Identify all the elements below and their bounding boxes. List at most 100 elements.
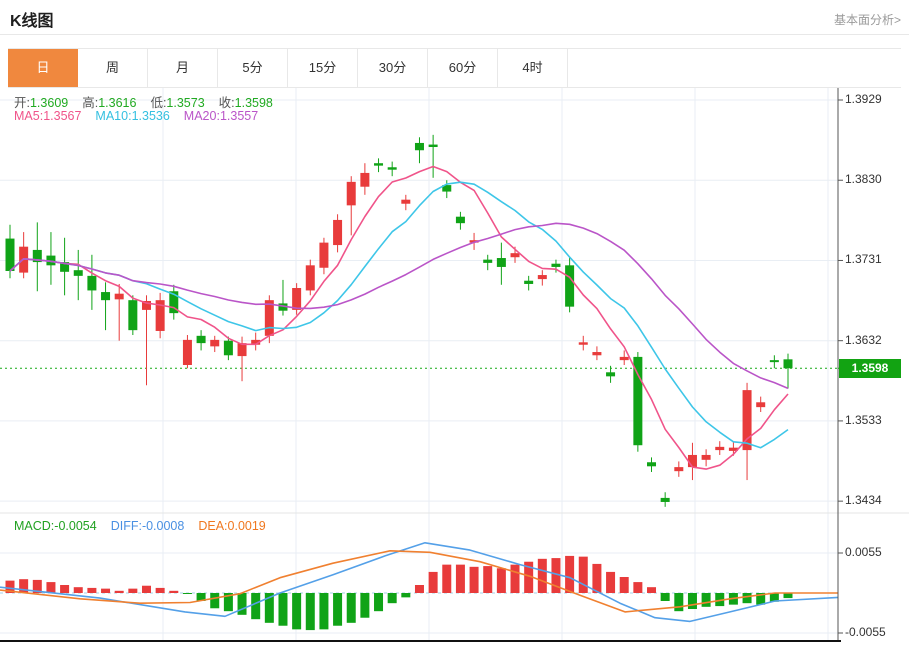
candle-body [619,356,629,361]
tab-interval-7[interactable]: 4时 [498,49,568,87]
macd-histogram-bar [87,587,97,593]
macd-histogram-bar [114,590,124,593]
kline-widget: K线图 基本面分析> 日周月 5分 15分 30分 60分 4时 开:1.3609 高:1.… [0,0,909,647]
candle-body [756,402,766,408]
candle-body [128,300,138,331]
legend-item: 开:1.3609 [14,96,69,110]
macd-histogram-bar [305,593,315,631]
candle-body [319,242,329,268]
candle-body [182,339,192,366]
macd-histogram-bar [660,593,670,601]
price-axis-label: 1.3731 [845,252,882,267]
macd-histogram-bar [701,593,711,607]
candle-body [660,497,670,502]
macd-histogram-bar [128,588,138,593]
macd-histogram-bar [510,564,520,593]
macd-histogram-bar [387,593,397,604]
macd-histogram-bar [360,593,370,618]
fundamental-analysis-link[interactable]: 基本面分析> [834,11,901,28]
macd-histogram-bar [606,571,616,593]
macd-histogram-bar [428,571,438,593]
candle-body [769,360,779,363]
tab-interval-0[interactable]: 日 [8,49,78,87]
candle-body [647,462,657,467]
tab-interval-3[interactable]: 5分 [218,49,288,87]
legend-item: DEA:0.0019 [198,519,266,533]
macd-histogram-bar [742,593,752,604]
candle-body [496,258,506,267]
tab-interval-5[interactable]: 30分 [358,49,428,87]
macd-histogram-bar [647,587,657,593]
candle-body [783,359,793,369]
macd-histogram-bar [141,585,151,593]
legend-item: 低:1.3573 [150,96,205,110]
macd-histogram-bar [633,582,643,593]
macd-histogram-bar [496,568,506,593]
candle-body [196,335,206,344]
price-axis-label: 1.3533 [845,412,882,427]
candle-body [414,142,424,151]
candle-body [346,181,356,206]
candle-body [305,265,315,291]
candle-body [73,270,83,276]
macd-histogram-bar [237,593,247,615]
macd-histogram-bar [483,566,493,593]
tab-interval-4[interactable]: 15分 [288,49,358,87]
candle-body [701,454,711,460]
macd-axis-label: 0.0055 [845,545,882,559]
candle-body [483,259,493,263]
dea-line [0,549,838,613]
macd-axis-label: -0.0055 [845,625,886,639]
macd-histogram-bar [210,593,220,609]
candle-body [292,288,302,310]
macd-histogram-bar [19,579,29,593]
macd-histogram-bar [414,585,424,593]
tab-interval-1[interactable]: 周 [78,49,148,87]
tab-interval-2[interactable]: 月 [148,49,218,87]
legend-item: 收:1.3598 [218,96,273,110]
ma-legend: MA5:1.3567 MA10:1.3536 MA20:1.3557 [14,109,272,123]
candle-body [5,238,15,271]
candle-body [592,352,602,356]
interval-tabbar: 日周月 5分 15分 30分 60分 4时 [8,48,901,88]
macd-histogram-bar [346,593,356,623]
candle-body [537,275,547,280]
ma10-line [9,181,789,449]
macd-histogram-bar [155,587,165,593]
candle-body [510,253,520,258]
macd-histogram-bar [374,593,384,612]
candle-body [565,265,575,307]
macd-histogram-bar [292,593,302,630]
macd-histogram-bar [73,587,83,593]
candle-body [715,446,725,451]
candle-body [360,172,370,187]
legend-item: 高:1.3616 [82,96,137,110]
macd-histogram-bar [333,593,343,626]
macd-histogram-bar [674,593,684,612]
candle-body [742,390,752,451]
macd-histogram-bar [319,593,329,630]
tab-interval-6[interactable]: 60分 [428,49,498,87]
macd-histogram-bar [101,588,111,593]
candle-body [524,280,534,284]
macd-histogram-bar [592,563,602,593]
macd-histogram-bar [565,555,575,593]
candle-body [264,300,274,336]
ma20-line [9,222,789,390]
diff-line [0,541,839,623]
candle-body [428,144,438,148]
widget-header: K线图 基本面分析> [0,0,909,35]
candle-body [101,292,111,301]
macd-histogram-bar [46,582,56,593]
macd-histogram-bar [537,558,547,593]
macd-histogram-bar [442,564,452,593]
candle-body [578,342,588,345]
legend-item: MACD:-0.0054 [14,519,97,533]
candle-body [455,216,465,224]
legend-item: MA5:1.3567 [14,109,82,123]
page-title: K线图 [10,13,54,30]
candle-body [687,454,697,468]
macd-histogram-bar [401,593,411,598]
macd-legend: MACD:-0.0054 DIFF:-0.0008 DEA:0.0019 [14,519,280,533]
price-axis-label: 1.3632 [845,332,882,347]
